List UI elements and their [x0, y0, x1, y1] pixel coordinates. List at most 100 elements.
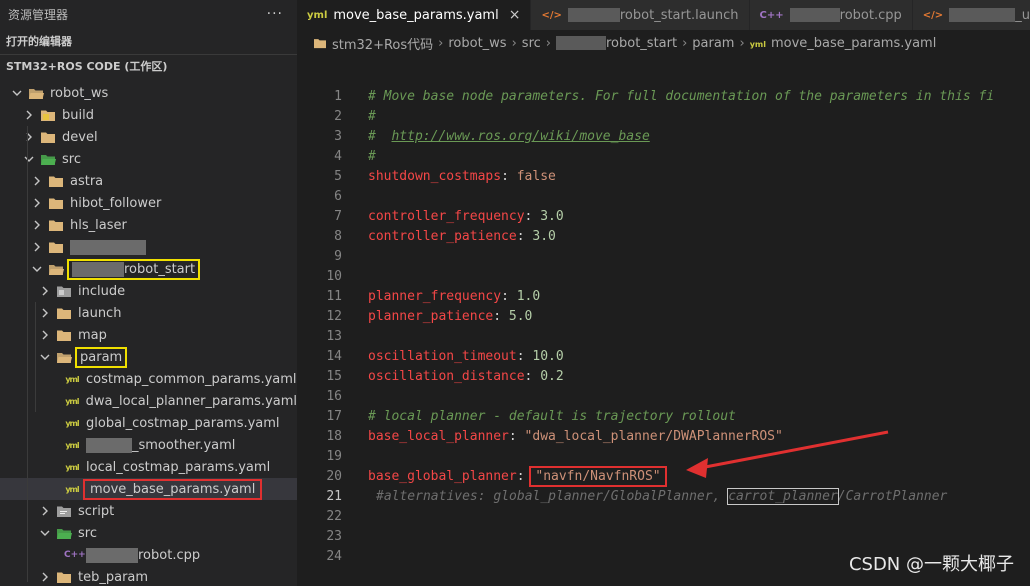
code-line: 15 oscillation_distance: 0.2: [297, 366, 1030, 386]
code-line: 5 shutdown_costmaps: false: [297, 166, 1030, 186]
yaml-value: "dwa_local_planner/DWAPlannerROS": [524, 428, 783, 444]
yaml-key: controller_patience: [368, 228, 517, 244]
tab-move-base-params-yaml[interactable]: yml move_base_params.yaml ×: [297, 0, 532, 30]
code-line: 9: [297, 246, 1030, 266]
chevron-down-icon[interactable]: [38, 350, 52, 364]
tree-item-label: src: [62, 152, 81, 167]
tree-item-costmap-common-params-yaml[interactable]: yml costmap_common_params.yaml: [0, 368, 297, 390]
tree-item-robot-cpp[interactable]: C++ robot.cpp: [0, 544, 297, 566]
tab-urdf-launch[interactable]: </> _urdf.launch: [912, 0, 1030, 30]
tree-item-item[interactable]: [0, 236, 297, 258]
chevron-right-icon[interactable]: [38, 504, 52, 518]
chevron-right-icon[interactable]: [38, 306, 52, 320]
code-line: 3 # http://www.ros.org/wiki/move_base: [297, 126, 1030, 146]
tree-item-include[interactable]: include: [0, 280, 297, 302]
breadcrumb-item-robot-ws[interactable]: robot_ws: [448, 36, 506, 51]
tree-item-launch[interactable]: launch: [0, 302, 297, 324]
chevron-right-icon[interactable]: [30, 240, 44, 254]
chevron-right-icon[interactable]: [30, 174, 44, 188]
code-line: 17 # local planner - default is trajector…: [297, 406, 1030, 426]
chevron-down-icon[interactable]: [22, 152, 36, 166]
chevron-down-icon[interactable]: [38, 526, 52, 540]
chevron-right-icon[interactable]: [38, 570, 52, 584]
line-content: base_local_planner: "dwa_local_planner/D…: [368, 429, 783, 444]
code-comment: #: [368, 148, 376, 164]
tree-item-robot-ws[interactable]: robot_ws: [0, 82, 297, 104]
breadcrumb-label: robot_start: [605, 35, 678, 51]
yaml-colon: :: [516, 348, 533, 364]
indent-guide: [35, 302, 36, 412]
breadcrumb-item-stm32-ros[interactable]: stm32+Ros代码: [313, 34, 433, 53]
workspace-section[interactable]: STM32+ROS CODE (工作区): [0, 54, 297, 76]
tree-item-map[interactable]: map: [0, 324, 297, 346]
tree-item-teb-param[interactable]: teb_param: [0, 566, 297, 586]
yaml-key: controller_frequency: [368, 208, 525, 224]
tree-item-move-base-params-yaml[interactable]: yml move_base_params.yaml: [0, 478, 297, 500]
yaml-file-icon: yml: [749, 39, 766, 49]
tree-item-global-costmap-params-yaml[interactable]: yml global_costmap_params.yaml: [0, 412, 297, 434]
code-line: 21 #alternatives: global_planner/GlobalPl…: [297, 486, 1030, 506]
tree-item-hls-laser[interactable]: hls_laser: [0, 214, 297, 236]
code-line: 1 # Move base node parameters. For full d…: [297, 86, 1030, 106]
redacted-text: [70, 239, 146, 255]
line-number: 15: [326, 368, 342, 384]
chevron-right-icon[interactable]: [30, 218, 44, 232]
line-number: 8: [334, 228, 342, 244]
tab-robot-start-launch[interactable]: </> robot_start.launch: [531, 0, 750, 30]
folder-icon: [40, 130, 56, 144]
close-icon[interactable]: ×: [509, 7, 521, 23]
breadcrumb-label: move_base_params.yaml: [770, 35, 937, 51]
chevron-down-icon[interactable]: [10, 86, 24, 100]
tree-item-devel[interactable]: devel: [0, 126, 297, 148]
yaml-key: planner_frequency: [368, 288, 502, 304]
redacted-text: [789, 8, 840, 22]
tree-item-label: teb_param: [78, 570, 148, 585]
tree-item-src[interactable]: src: [0, 148, 297, 170]
tree-item-hibot-follower[interactable]: hibot_follower: [0, 192, 297, 214]
tree-item-dwa-local-planner-params-yaml[interactable]: yml dwa_local_planner_params.yaml: [0, 390, 297, 412]
tree-item-script[interactable]: script: [0, 500, 297, 522]
tree-item-robot-start[interactable]: robot_start: [0, 258, 297, 280]
breadcrumb-separator-icon: ›: [682, 35, 688, 51]
folder-icon: [56, 284, 72, 298]
open-editors-section[interactable]: 打开的编辑器: [0, 28, 297, 54]
chevron-right-icon[interactable]: [38, 328, 52, 342]
tree-item-label: devel: [62, 130, 98, 145]
tree-item-label: param: [74, 346, 128, 368]
breadcrumb-item-robot-start[interactable]: robot_start: [555, 35, 678, 51]
chevron-right-icon[interactable]: [38, 284, 52, 298]
breadcrumb-item-src[interactable]: src: [522, 36, 541, 51]
code-line: 8 controller_patience: 3.0: [297, 226, 1030, 246]
tab-robot-cpp[interactable]: C++ robot.cpp: [749, 0, 913, 30]
chevron-right-icon[interactable]: [22, 130, 36, 144]
breadcrumb-item-param[interactable]: param: [692, 36, 734, 51]
line-content: oscillation_distance: 0.2: [368, 369, 564, 384]
tree-item-smoother-yaml[interactable]: yml _smoother.yaml: [0, 434, 297, 456]
code-view[interactable]: 1 # Move base node parameters. For full d…: [297, 86, 1030, 566]
chevron-down-icon[interactable]: [30, 262, 44, 276]
breadcrumb-item-move-base-params-yaml[interactable]: yml move_base_params.yaml: [750, 36, 937, 51]
more-actions-icon[interactable]: ···: [267, 6, 283, 22]
line-number: 12: [326, 308, 342, 324]
tree-item-local-costmap-params-yaml[interactable]: yml local_costmap_params.yaml: [0, 456, 297, 478]
redacted-text: [555, 36, 606, 50]
folder-icon: [313, 38, 327, 52]
breadcrumb-label: src: [521, 35, 541, 51]
tab-label: move_base_params.yaml: [333, 7, 499, 23]
code-line: 20 base_global_planner: "navfn/NavfnROS": [297, 465, 1030, 487]
tree-item-build[interactable]: build: [0, 104, 297, 126]
redacted-text: [567, 8, 620, 22]
file-tree: robot_wsbuild devel src astra hibot_follower…: [0, 82, 297, 586]
tree-item-text: local_costmap_params.yaml: [86, 459, 271, 475]
redacted-text: [86, 547, 138, 563]
tree-item-src[interactable]: src: [0, 522, 297, 544]
line-content: planner_patience: 5.0: [368, 309, 532, 324]
tree-item-label: script: [78, 504, 114, 519]
tree-item-label: robot_ws: [50, 86, 108, 101]
code-line: 2 #: [297, 106, 1030, 126]
chevron-right-icon[interactable]: [22, 108, 36, 122]
chevron-right-icon[interactable]: [30, 196, 44, 210]
tree-item-astra[interactable]: astra: [0, 170, 297, 192]
tree-item-param[interactable]: param: [0, 346, 297, 368]
